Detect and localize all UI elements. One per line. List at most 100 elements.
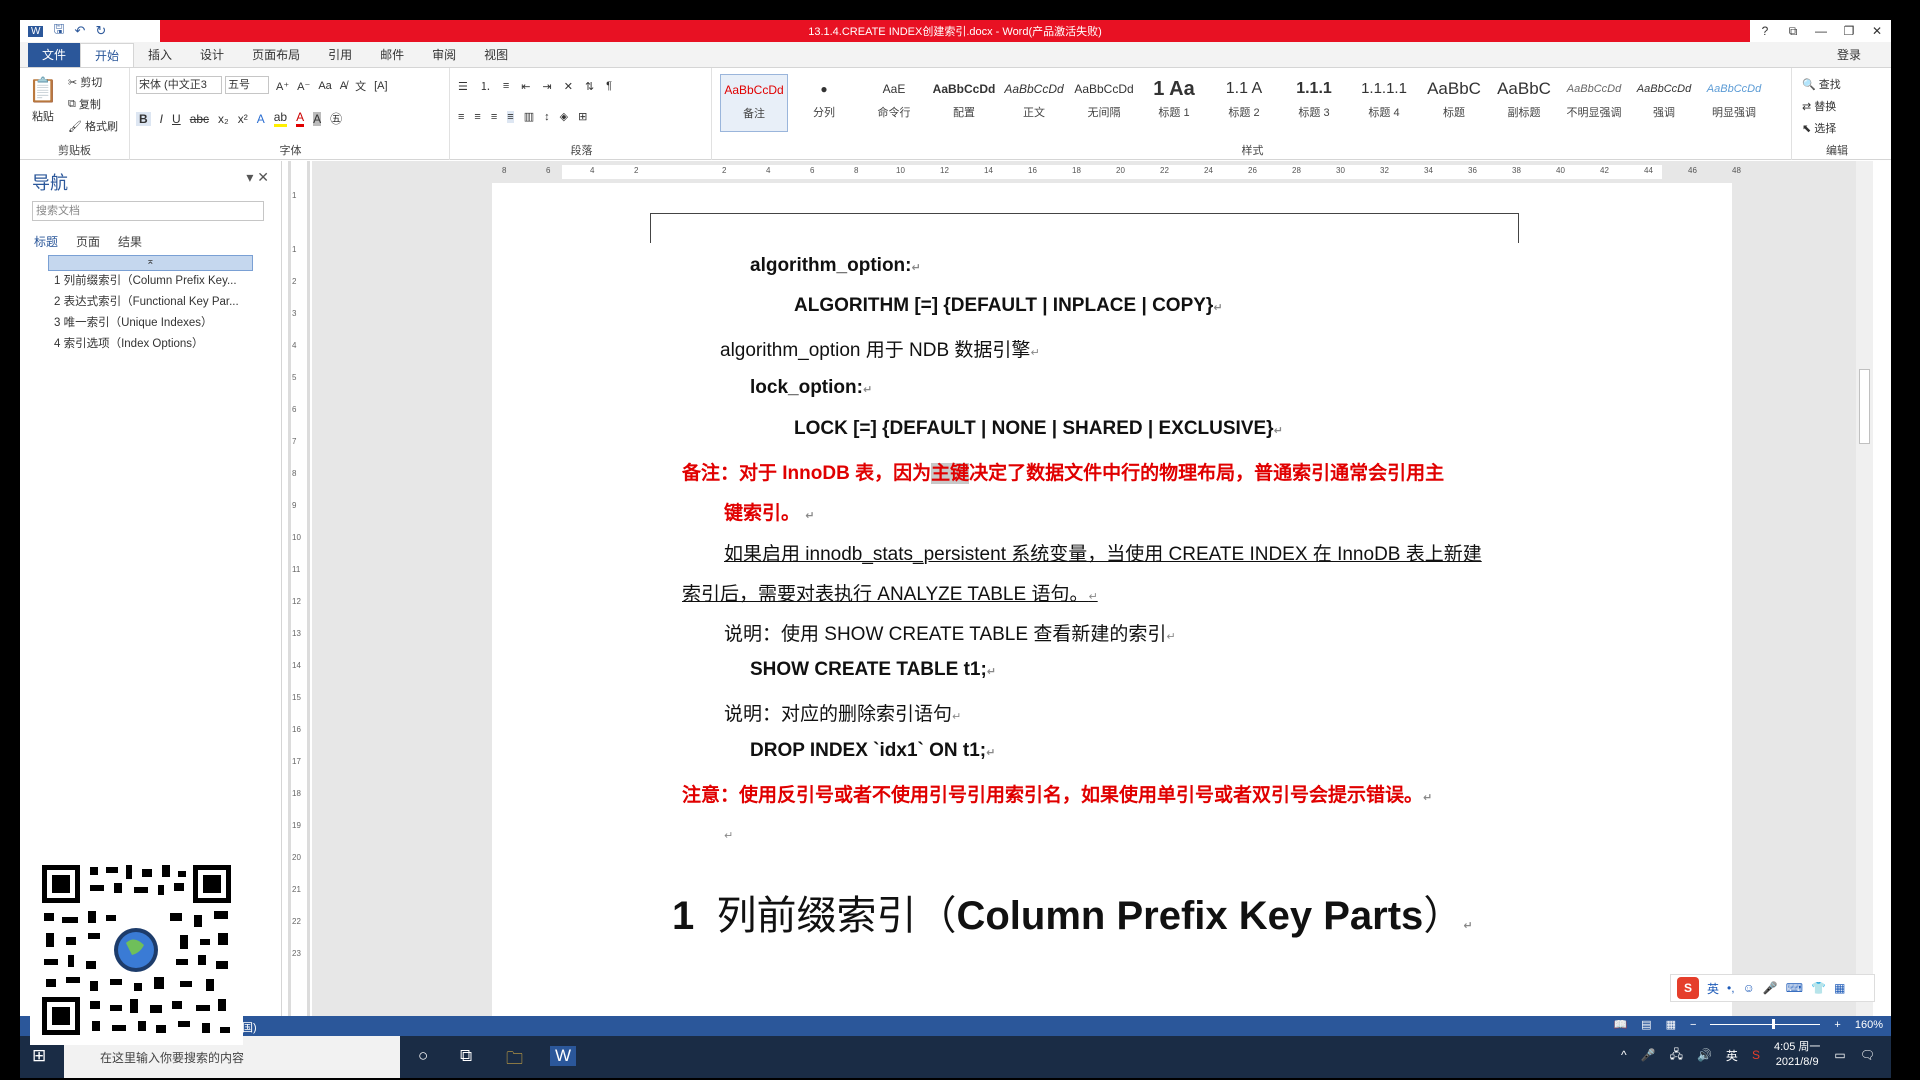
windows-start-icon[interactable]: ⊞ bbox=[32, 1046, 46, 1066]
bullets-icon[interactable]: ☰ bbox=[458, 80, 468, 93]
nav-tab-pages[interactable]: 页面 bbox=[76, 233, 100, 250]
justify-icon[interactable]: ≡ bbox=[507, 110, 514, 123]
style-emphasis[interactable]: AaBbCcDd 强调 bbox=[1630, 74, 1698, 132]
style-heading3[interactable]: 1.1.1 标题 3 bbox=[1280, 74, 1348, 132]
tab-mailings[interactable]: 邮件 bbox=[366, 43, 418, 67]
print-layout-icon[interactable]: ▤ bbox=[1641, 1018, 1651, 1031]
redo-icon[interactable]: ↻ bbox=[95, 23, 106, 39]
nav-heading-item[interactable]: 3 唯一索引（Unique Indexes） bbox=[48, 313, 253, 334]
vertical-scrollbar[interactable] bbox=[1856, 161, 1873, 1016]
tray-chevron-icon[interactable]: ^ bbox=[1621, 1048, 1627, 1062]
nav-tab-results[interactable]: 结果 bbox=[118, 233, 142, 250]
style-column[interactable]: ● 分列 bbox=[790, 74, 858, 132]
show-marks-icon[interactable]: ¶ bbox=[606, 80, 612, 92]
phonetic-icon[interactable]: 文 bbox=[355, 78, 366, 94]
superscript-icon[interactable]: x² bbox=[238, 112, 248, 126]
nav-tab-headings[interactable]: 标题 bbox=[34, 233, 58, 250]
find-button[interactable]: 🔍 查找 bbox=[1802, 76, 1841, 92]
tab-layout[interactable]: 页面布局 bbox=[238, 43, 314, 67]
increase-indent-icon[interactable]: ⇥ bbox=[543, 80, 552, 93]
web-layout-icon[interactable]: ▦ bbox=[1666, 1018, 1676, 1031]
sogou-logo[interactable]: S bbox=[1677, 977, 1699, 999]
chinese-layout-icon[interactable]: ✕ bbox=[564, 80, 573, 93]
style-command[interactable]: AaE 命令行 bbox=[860, 74, 928, 132]
style-heading1[interactable]: 1 Aa 标题 1 bbox=[1140, 74, 1208, 132]
close-icon[interactable]: ▾ ✕ bbox=[246, 169, 269, 186]
decrease-indent-icon[interactable]: ⇤ bbox=[521, 80, 530, 93]
paste-button[interactable]: 📋 粘贴 bbox=[28, 76, 58, 124]
toolbox-icon[interactable]: ▦ bbox=[1834, 981, 1845, 995]
scrollbar-thumb[interactable] bbox=[1859, 369, 1870, 444]
copy-button[interactable]: ⧉ 复制 bbox=[68, 96, 101, 112]
strikethrough-icon[interactable]: abc bbox=[190, 112, 209, 126]
shading-icon[interactable]: ◈ bbox=[560, 110, 568, 123]
nav-heading-item[interactable]: 1 列前缀索引（Column Prefix Key... bbox=[48, 271, 253, 292]
enclose-char-icon[interactable]: ㊄ bbox=[330, 110, 342, 127]
shrink-font-icon[interactable]: A⁻ bbox=[297, 80, 310, 93]
notification-icon[interactable]: 🗨 bbox=[1860, 1048, 1875, 1062]
sort-icon[interactable]: ⇅ bbox=[585, 80, 594, 93]
style-config[interactable]: AaBbCcDd 配置 bbox=[930, 74, 998, 132]
font-name-combo[interactable]: 宋体 (中文正3 bbox=[136, 76, 222, 94]
login-link[interactable]: 登录 bbox=[1837, 46, 1861, 63]
grow-font-icon[interactable]: A⁺ bbox=[276, 80, 289, 93]
cortana-icon[interactable]: ○ bbox=[418, 1046, 428, 1066]
italic-icon[interactable]: I bbox=[160, 112, 163, 126]
bold-icon[interactable]: B bbox=[136, 111, 151, 126]
numbering-icon[interactable]: ⒈ bbox=[480, 78, 491, 94]
keyboard-icon[interactable]: ⌨ bbox=[1786, 981, 1803, 995]
skin-icon[interactable]: 👕 bbox=[1811, 981, 1826, 995]
tab-view[interactable]: 视图 bbox=[470, 43, 522, 67]
clear-format-icon[interactable]: A̸ bbox=[340, 80, 347, 92]
char-border-icon[interactable]: [A] bbox=[374, 80, 387, 92]
font-size-combo[interactable]: 五号 bbox=[225, 76, 269, 94]
style-heading2[interactable]: 1.1 A 标题 2 bbox=[1210, 74, 1278, 132]
replace-button[interactable]: ⇄ 替换 bbox=[1802, 98, 1836, 114]
help-button[interactable]: ? bbox=[1751, 20, 1779, 42]
nav-current-position[interactable]: ⌅ bbox=[48, 255, 253, 271]
ime-indicator[interactable]: 英 bbox=[1726, 1047, 1738, 1064]
notes-icon[interactable]: ▭ bbox=[1834, 1048, 1845, 1062]
zoom-in-icon[interactable]: + bbox=[1834, 1019, 1840, 1031]
char-shading-icon[interactable]: A bbox=[313, 111, 322, 126]
sogou-tray-icon[interactable]: S bbox=[1752, 1048, 1760, 1062]
ribbon-display-button[interactable]: ⧉ bbox=[1779, 20, 1807, 42]
style-subtitle[interactable]: AaBbC 副标题 bbox=[1490, 74, 1558, 132]
undo-icon[interactable]: ↶ bbox=[75, 23, 86, 39]
nav-heading-item[interactable]: 4 索引选项（Index Options） bbox=[48, 334, 253, 355]
style-remark[interactable]: AaBbCcDd 备注 bbox=[720, 74, 788, 132]
text-effects-icon[interactable]: A bbox=[257, 112, 265, 126]
nav-heading-item[interactable]: 2 表达式索引（Functional Key Par... bbox=[48, 292, 253, 313]
zoom-slider-thumb[interactable] bbox=[1772, 1019, 1776, 1029]
align-right-icon[interactable]: ≡ bbox=[491, 111, 497, 123]
borders-icon[interactable]: ⊞ bbox=[578, 110, 587, 123]
file-explorer-icon[interactable]: 🗀 bbox=[506, 1046, 523, 1075]
underline-icon[interactable]: U bbox=[172, 112, 181, 126]
save-icon[interactable]: 🖫 bbox=[53, 20, 64, 42]
font-color-icon[interactable]: A bbox=[296, 110, 305, 127]
cut-button[interactable]: ✂ 剪切 bbox=[68, 74, 102, 90]
zoom-out-icon[interactable]: − bbox=[1690, 1019, 1696, 1031]
style-title[interactable]: AaBbC 标题 bbox=[1420, 74, 1488, 132]
highlight-icon[interactable]: ab bbox=[273, 110, 288, 127]
restore-button[interactable]: ❐ bbox=[1835, 20, 1863, 42]
distributed-icon[interactable]: ▥ bbox=[524, 110, 534, 123]
voice-icon[interactable]: 🎤 bbox=[1763, 981, 1778, 995]
volume-icon[interactable]: 🔊 bbox=[1697, 1048, 1712, 1062]
language-status[interactable]: 国) bbox=[242, 1019, 257, 1035]
punctuation-icon[interactable]: •, bbox=[1727, 981, 1735, 995]
align-left-icon[interactable]: ≡ bbox=[458, 111, 464, 123]
line-spacing-icon[interactable]: ↕ bbox=[544, 111, 550, 123]
style-normal[interactable]: AaBbCcDd 正文 bbox=[1000, 74, 1068, 132]
ime-lang[interactable]: 英 bbox=[1707, 980, 1719, 997]
change-case-icon[interactable]: Aa bbox=[318, 80, 331, 92]
zoom-level[interactable]: 160% bbox=[1855, 1019, 1883, 1031]
multilevel-list-icon[interactable]: ≡ bbox=[503, 80, 509, 92]
style-subtle-emphasis[interactable]: AaBbCcDd 不明显强调 bbox=[1560, 74, 1628, 132]
format-painter-button[interactable]: 🖌 格式刷 bbox=[68, 118, 118, 134]
zoom-slider[interactable] bbox=[1710, 1019, 1821, 1029]
tab-home[interactable]: 开始 bbox=[80, 43, 135, 67]
style-intense-emphasis[interactable]: AaBbCcDd 明显强调 bbox=[1700, 74, 1768, 132]
tab-file[interactable]: 文件 bbox=[28, 43, 81, 67]
clock[interactable]: 4:05 周一 2021/8/9 bbox=[1774, 1040, 1820, 1070]
